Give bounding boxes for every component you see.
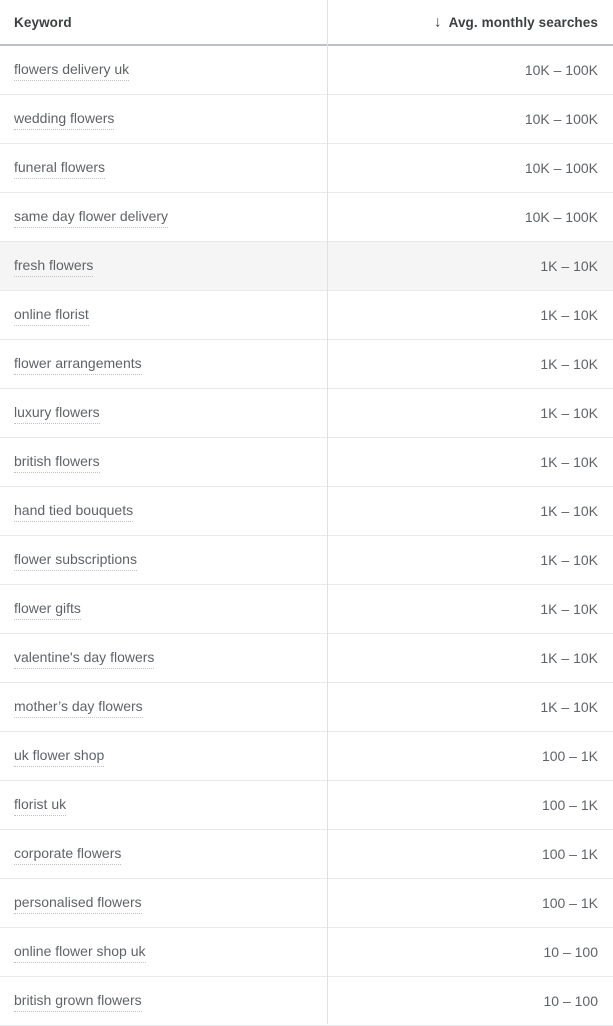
- cell-avg-monthly-searches: 1K – 10K: [540, 454, 598, 470]
- cell-keyword[interactable]: uk flower shop: [0, 746, 327, 767]
- table-row[interactable]: online florist 1K – 10K: [0, 291, 613, 340]
- cell-keyword[interactable]: british flowers: [0, 452, 327, 473]
- keyword-text[interactable]: flower subscriptions: [14, 550, 137, 571]
- cell-keyword[interactable]: funeral flowers: [0, 158, 327, 179]
- cell-avg-monthly-searches: 1K – 10K: [540, 258, 598, 274]
- cell-avg-monthly-searches: 100 – 1K: [541, 846, 598, 862]
- cell-avg-monthly-searches: 1K – 10K: [540, 552, 598, 568]
- keyword-text[interactable]: florist uk: [14, 795, 67, 816]
- cell-avg-monthly-searches: 10 – 100: [543, 944, 599, 960]
- table-row[interactable]: luxury flowers 1K – 10K: [0, 389, 613, 438]
- keyword-text[interactable]: online flower shop uk: [14, 942, 146, 963]
- keyword-text[interactable]: flower arrangements: [14, 354, 142, 375]
- cell-avg-monthly-searches: 100 – 1K: [541, 748, 598, 764]
- cell-avg-monthly-searches: 10K – 100K: [524, 62, 598, 78]
- cell-avg-monthly-searches: 1K – 10K: [540, 356, 598, 372]
- column-header-keyword-label: Keyword: [14, 14, 72, 30]
- table-body: flowers delivery uk 10K – 100K wedding flo…: [0, 46, 613, 1026]
- keyword-text[interactable]: flower gifts: [14, 599, 81, 620]
- table-header-row: Keyword ↓ Avg. monthly searches: [0, 0, 613, 46]
- keyword-text[interactable]: same day flower delivery: [14, 207, 169, 228]
- table-row[interactable]: flower subscriptions 1K – 10K: [0, 536, 613, 585]
- table-row[interactable]: flowers delivery uk 10K – 100K: [0, 46, 613, 95]
- cell-avg-monthly-searches: 10 – 100: [543, 993, 599, 1009]
- table-row[interactable]: wedding flowers 10K – 100K: [0, 95, 613, 144]
- table-row[interactable]: british flowers 1K – 10K: [0, 438, 613, 487]
- cell-keyword[interactable]: hand tied bouquets: [0, 501, 327, 522]
- cell-keyword[interactable]: online florist: [0, 305, 327, 326]
- keyword-text[interactable]: luxury flowers: [14, 403, 100, 424]
- keyword-text[interactable]: funeral flowers: [14, 158, 106, 179]
- table-row[interactable]: online flower shop uk 10 – 100: [0, 928, 613, 977]
- table-row[interactable]: same day flower delivery 10K – 100K: [0, 193, 613, 242]
- cell-keyword[interactable]: online flower shop uk: [0, 942, 327, 963]
- keyword-text[interactable]: corporate flowers: [14, 844, 122, 865]
- cell-keyword[interactable]: valentine's day flowers: [0, 648, 327, 669]
- cell-avg-monthly-searches: 10K – 100K: [524, 111, 598, 127]
- cell-keyword[interactable]: flower gifts: [0, 599, 327, 620]
- table-row[interactable]: flower arrangements 1K – 10K: [0, 340, 613, 389]
- column-header-keyword[interactable]: Keyword: [0, 15, 327, 30]
- cell-avg-monthly-searches: 100 – 1K: [541, 797, 598, 813]
- table-row[interactable]: british grown flowers 10 – 100: [0, 977, 613, 1026]
- table-row[interactable]: florist uk 100 – 1K: [0, 781, 613, 830]
- column-header-avg-monthly-searches-label: Avg. monthly searches: [448, 14, 598, 30]
- cell-avg-monthly-searches: 1K – 10K: [540, 405, 598, 421]
- cell-keyword[interactable]: flower arrangements: [0, 354, 327, 375]
- keyword-text[interactable]: hand tied bouquets: [14, 501, 134, 522]
- cell-keyword[interactable]: wedding flowers: [0, 109, 327, 130]
- cell-keyword[interactable]: corporate flowers: [0, 844, 327, 865]
- table-row[interactable]: valentine's day flowers 1K – 10K: [0, 634, 613, 683]
- table-row[interactable]: funeral flowers 10K – 100K: [0, 144, 613, 193]
- cell-avg-monthly-searches: 1K – 10K: [540, 650, 598, 666]
- table-row[interactable]: hand tied bouquets 1K – 10K: [0, 487, 613, 536]
- cell-keyword[interactable]: flower subscriptions: [0, 550, 327, 571]
- keyword-text[interactable]: british grown flowers: [14, 991, 142, 1012]
- cell-avg-monthly-searches: 1K – 10K: [540, 307, 598, 323]
- keyword-text[interactable]: personalised flowers: [14, 893, 142, 914]
- cell-avg-monthly-searches: 1K – 10K: [540, 699, 598, 715]
- keyword-text[interactable]: wedding flowers: [14, 109, 115, 130]
- keyword-text[interactable]: british flowers: [14, 452, 100, 473]
- table-row[interactable]: flower gifts 1K – 10K: [0, 585, 613, 634]
- cell-keyword[interactable]: fresh flowers: [0, 256, 327, 277]
- keyword-text[interactable]: valentine's day flowers: [14, 648, 155, 669]
- keyword-text[interactable]: online florist: [14, 305, 89, 326]
- table-row[interactable]: uk flower shop 100 – 1K: [0, 732, 613, 781]
- cell-keyword[interactable]: luxury flowers: [0, 403, 327, 424]
- cell-keyword[interactable]: flowers delivery uk: [0, 60, 327, 81]
- cell-keyword[interactable]: british grown flowers: [0, 991, 327, 1012]
- table-row[interactable]: corporate flowers 100 – 1K: [0, 830, 613, 879]
- table-row[interactable]: personalised flowers 100 – 1K: [0, 879, 613, 928]
- table-row[interactable]: fresh flowers 1K – 10K: [0, 242, 613, 291]
- cell-avg-monthly-searches: 10K – 100K: [524, 209, 598, 225]
- keyword-text[interactable]: mother’s day flowers: [14, 697, 143, 718]
- keyword-ideas-table: Keyword ↓ Avg. monthly searches flowers …: [0, 0, 613, 1026]
- cell-avg-monthly-searches: 100 – 1K: [541, 895, 598, 911]
- cell-avg-monthly-searches: 1K – 10K: [540, 601, 598, 617]
- cell-avg-monthly-searches: 10K – 100K: [524, 160, 598, 176]
- table-row[interactable]: mother’s day flowers 1K – 10K: [0, 683, 613, 732]
- keyword-text[interactable]: flowers delivery uk: [14, 60, 130, 81]
- column-header-avg-monthly-searches[interactable]: ↓ Avg. monthly searches: [327, 13, 613, 30]
- cell-keyword[interactable]: same day flower delivery: [0, 207, 327, 228]
- keyword-text[interactable]: uk flower shop: [14, 746, 105, 767]
- cell-keyword[interactable]: florist uk: [0, 795, 327, 816]
- keyword-text[interactable]: fresh flowers: [14, 256, 94, 277]
- cell-keyword[interactable]: personalised flowers: [0, 893, 327, 914]
- arrow-down-icon: ↓: [433, 13, 442, 30]
- cell-keyword[interactable]: mother’s day flowers: [0, 697, 327, 718]
- cell-avg-monthly-searches: 1K – 10K: [540, 503, 598, 519]
